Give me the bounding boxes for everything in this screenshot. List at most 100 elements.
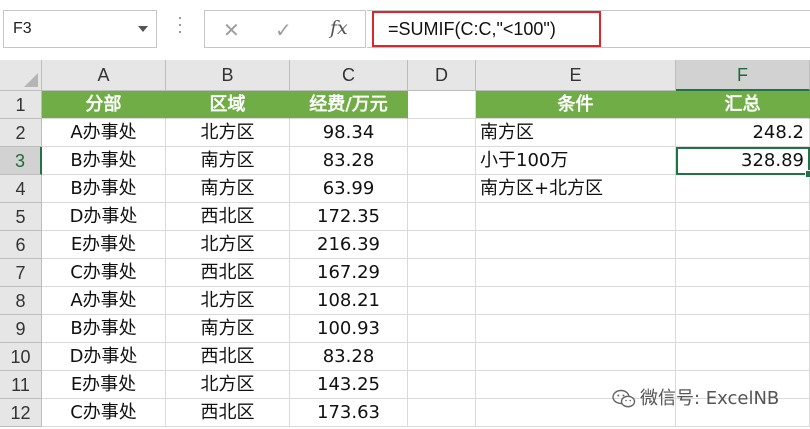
table-cell[interactable]: C办事处 xyxy=(42,399,166,427)
cancel-icon[interactable]: ✕ xyxy=(223,18,240,42)
column-header-f[interactable]: F xyxy=(676,60,810,91)
cell-d6[interactable] xyxy=(408,231,476,259)
table-cell[interactable]: 西北区 xyxy=(166,203,290,231)
table-cell[interactable]: 西北区 xyxy=(166,259,290,287)
cell-d8[interactable] xyxy=(408,287,476,315)
cell-d5[interactable] xyxy=(408,203,476,231)
formula-buttons: ✕ ✓ fx xyxy=(204,10,366,48)
formula-highlight-box: =SUMIF(C:C,"<100") xyxy=(372,11,601,47)
column-header-e[interactable]: E xyxy=(476,60,676,91)
cell-e7[interactable] xyxy=(476,259,676,287)
column-header-b[interactable]: B xyxy=(166,60,290,91)
table-cell[interactable]: 南方区 xyxy=(166,315,290,343)
cell-d2[interactable] xyxy=(408,119,476,147)
summary-condition-cell[interactable]: 南方区+北方区 xyxy=(476,175,676,203)
table-cell[interactable]: 100.93 xyxy=(290,315,408,343)
row-header-1[interactable]: 1 xyxy=(0,91,42,119)
table-cell[interactable]: 143.25 xyxy=(290,371,408,399)
cell-d9[interactable] xyxy=(408,315,476,343)
row-header-12[interactable]: 12 xyxy=(0,399,42,427)
table-cell[interactable]: 西北区 xyxy=(166,343,290,371)
table-cell[interactable]: 北方区 xyxy=(166,371,290,399)
cell-d12[interactable] xyxy=(408,399,476,427)
cell-f6[interactable] xyxy=(676,231,810,259)
table-cell[interactable]: 83.28 xyxy=(290,147,408,175)
cell-d4[interactable] xyxy=(408,175,476,203)
summary-total-cell[interactable] xyxy=(676,175,810,203)
cell-e6[interactable] xyxy=(476,231,676,259)
table-cell[interactable]: 83.28 xyxy=(290,343,408,371)
summary-header-cell[interactable]: 汇总 xyxy=(676,91,810,119)
row-header-5[interactable]: 5 xyxy=(0,203,42,231)
active-cell-f3[interactable]: 328.89 xyxy=(676,147,810,175)
column-header-c[interactable]: C xyxy=(290,60,408,91)
table-cell[interactable]: 北方区 xyxy=(166,287,290,315)
table-cell[interactable]: B办事处 xyxy=(42,175,166,203)
wechat-icon xyxy=(612,389,636,408)
summary-condition-cell[interactable]: 南方区 xyxy=(476,119,676,147)
cell-f7[interactable] xyxy=(676,259,810,287)
cell-e10[interactable] xyxy=(476,343,676,371)
table-cell[interactable]: 南方区 xyxy=(166,175,290,203)
table-cell[interactable]: 172.35 xyxy=(290,203,408,231)
cell-e9[interactable] xyxy=(476,315,676,343)
row-header-9[interactable]: 9 xyxy=(0,315,42,343)
column-header-a[interactable]: A xyxy=(42,60,166,91)
table-header-cell[interactable]: 区域 xyxy=(166,91,290,119)
table-cell[interactable]: 北方区 xyxy=(166,231,290,259)
summary-header-cell[interactable]: 条件 xyxy=(476,91,676,119)
table-cell[interactable]: C办事处 xyxy=(42,259,166,287)
table-cell[interactable]: 167.29 xyxy=(290,259,408,287)
table-header-cell[interactable]: 经费/万元 xyxy=(290,91,408,119)
table-cell[interactable]: D办事处 xyxy=(42,203,166,231)
cell-e8[interactable] xyxy=(476,287,676,315)
row-header-4[interactable]: 4 xyxy=(0,175,42,203)
table-cell[interactable]: 173.63 xyxy=(290,399,408,427)
cell-d7[interactable] xyxy=(408,259,476,287)
table-cell[interactable]: A办事处 xyxy=(42,287,166,315)
grip-dots-icon[interactable] xyxy=(178,17,182,41)
table-cell[interactable]: 108.21 xyxy=(290,287,408,315)
fill-handle[interactable] xyxy=(805,170,810,178)
table-cell[interactable]: E办事处 xyxy=(42,231,166,259)
table-cell[interactable]: 216.39 xyxy=(290,231,408,259)
formula-bar-area: F3 ✕ ✓ fx =SUMIF(C:C,"<100") xyxy=(0,0,810,60)
summary-total-cell[interactable]: 248.2 xyxy=(676,119,810,147)
row-header-11[interactable]: 11 xyxy=(0,371,42,399)
table-cell[interactable]: 南方区 xyxy=(166,147,290,175)
cell-f5[interactable] xyxy=(676,203,810,231)
row-header-3[interactable]: 3 xyxy=(0,147,42,175)
row-header-2[interactable]: 2 xyxy=(0,119,42,147)
row-header-7[interactable]: 7 xyxy=(0,259,42,287)
cell-f8[interactable] xyxy=(676,287,810,315)
chevron-down-icon[interactable] xyxy=(138,26,148,32)
cell-d10[interactable] xyxy=(408,343,476,371)
summary-condition-cell[interactable]: 小于100万 xyxy=(476,147,676,175)
table-header-cell[interactable]: 分部 xyxy=(42,91,166,119)
enter-check-icon[interactable]: ✓ xyxy=(275,18,292,42)
formula-text: =SUMIF(C:C,"<100") xyxy=(388,19,556,39)
table-cell[interactable]: D办事处 xyxy=(42,343,166,371)
row-header-6[interactable]: 6 xyxy=(0,231,42,259)
table-cell[interactable]: 西北区 xyxy=(166,399,290,427)
select-all-corner[interactable] xyxy=(0,60,42,91)
cell-d3[interactable] xyxy=(408,147,476,175)
row-header-8[interactable]: 8 xyxy=(0,287,42,315)
table-cell[interactable]: 北方区 xyxy=(166,119,290,147)
insert-function-icon[interactable]: fx xyxy=(330,17,348,39)
cell-f9[interactable] xyxy=(676,315,810,343)
table-cell[interactable]: 98.34 xyxy=(290,119,408,147)
cell-d1[interactable] xyxy=(408,91,476,119)
cell-f10[interactable] xyxy=(676,343,810,371)
name-box-value: F3 xyxy=(13,20,32,37)
name-box[interactable]: F3 xyxy=(3,10,157,48)
table-cell[interactable]: E办事处 xyxy=(42,371,166,399)
table-cell[interactable]: B办事处 xyxy=(42,315,166,343)
row-header-10[interactable]: 10 xyxy=(0,343,42,371)
table-cell[interactable]: 63.99 xyxy=(290,175,408,203)
cell-e5[interactable] xyxy=(476,203,676,231)
column-header-d[interactable]: D xyxy=(408,60,476,91)
cell-d11[interactable] xyxy=(408,371,476,399)
table-cell[interactable]: A办事处 xyxy=(42,119,166,147)
table-cell[interactable]: B办事处 xyxy=(42,147,166,175)
